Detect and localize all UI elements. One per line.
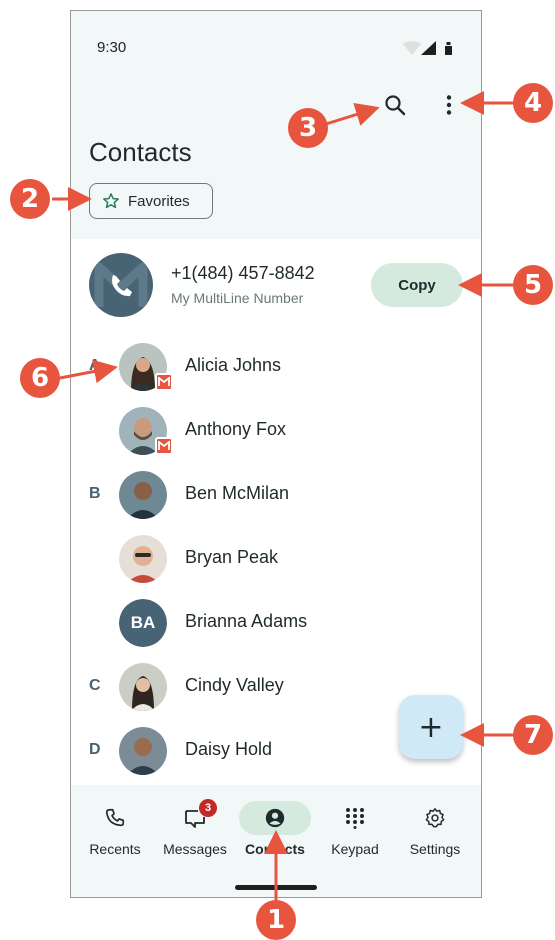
- contact-row-brianna-adams[interactable]: BA Brianna Adams: [71, 591, 481, 655]
- contact-name: Cindy Valley: [185, 675, 284, 695]
- contact-row-ben-mcmilan[interactable]: B Ben McMilan: [71, 463, 481, 527]
- avatar-initials: BA: [119, 599, 167, 647]
- my-number-row: +1(484) 457-8842 My MultiLine Number Cop…: [71, 239, 481, 335]
- status-signal-icon: [403, 41, 452, 55]
- my-number-label: My MultiLine Number: [171, 290, 304, 306]
- app-header: 9:30 Contacts Favorites: [71, 11, 481, 239]
- avatar: [119, 663, 167, 711]
- phone-icon: [105, 808, 125, 827]
- page-title: Contacts: [89, 137, 192, 167]
- nav-item-contacts[interactable]: Contacts: [235, 797, 315, 867]
- contact-name: Alicia Johns: [185, 355, 282, 375]
- callout-5: 5: [513, 265, 553, 305]
- search-button[interactable]: [377, 87, 413, 123]
- section-letter: D: [89, 741, 101, 758]
- callout-3: 3: [288, 108, 328, 148]
- contact-name: Ben McMilan: [185, 483, 290, 503]
- nav-item-messages[interactable]: 3 Messages: [155, 797, 235, 867]
- avatar: BA: [119, 599, 167, 647]
- contact-name: Daisy Hold: [185, 739, 273, 759]
- person-photo-icon: [119, 535, 167, 583]
- favorites-label: Favorites: [128, 192, 190, 210]
- contact-row-alicia-johns[interactable]: A Alicia Johns: [71, 335, 481, 399]
- contact-name: Anthony Fox: [185, 419, 287, 439]
- person-photo-icon: [119, 727, 167, 775]
- my-phone-number: +1(484) 457-8842: [171, 263, 315, 283]
- section-letter: B: [89, 485, 101, 502]
- avatar: [119, 471, 167, 519]
- callout-6: 6: [20, 358, 60, 398]
- person-icon: [265, 808, 285, 828]
- section-letter: A: [89, 357, 101, 374]
- home-indicator: [235, 885, 317, 890]
- dialpad-icon: [346, 808, 364, 829]
- contact-name: Brianna Adams: [185, 611, 308, 631]
- nav-label: Recents: [89, 841, 141, 857]
- nav-pill: [159, 801, 231, 835]
- multiline-logo-icon: [94, 262, 148, 307]
- nav-pill: [79, 801, 151, 835]
- person-photo-icon: [119, 663, 167, 711]
- more-options-button[interactable]: [431, 87, 467, 123]
- nav-pill-active: [239, 801, 311, 835]
- nav-item-settings[interactable]: Settings: [395, 797, 475, 867]
- canvas: 9:30 Contacts Favorites +1(484) 457-8842…: [0, 0, 555, 940]
- nav-label: Settings: [409, 841, 461, 857]
- callout-2: 2: [10, 179, 50, 219]
- nav-label: Keypad: [331, 841, 379, 857]
- callout-7: 7: [513, 715, 553, 755]
- nav-pill: [319, 801, 391, 835]
- plus-icon: +: [418, 709, 444, 745]
- unread-badge: 3: [199, 799, 217, 817]
- nav-item-recents[interactable]: Recents: [75, 797, 155, 867]
- multiline-logo-avatar: [89, 253, 153, 317]
- person-photo-icon: [119, 471, 167, 519]
- status-time: 9:30: [97, 39, 127, 56]
- section-letter: C: [89, 677, 101, 694]
- callout-1: 1: [256, 900, 296, 940]
- avatar: [119, 535, 167, 583]
- nav-label: Messages: [163, 841, 227, 857]
- nav-label: Contacts: [245, 841, 305, 857]
- bottom-navigation: Recents 3 Messages Contacts Keypad Setti…: [71, 785, 481, 897]
- nav-pill: [399, 801, 471, 835]
- more-vert-icon: [446, 95, 452, 115]
- favorites-chip[interactable]: Favorites: [89, 183, 213, 219]
- star-icon: [103, 193, 119, 209]
- search-icon: [385, 95, 406, 116]
- contact-name: Bryan Peak: [185, 547, 279, 567]
- nav-item-keypad[interactable]: Keypad: [315, 797, 395, 867]
- multiline-badge-icon: [155, 373, 173, 391]
- status-icons: [401, 40, 455, 56]
- copy-button[interactable]: Copy: [371, 263, 463, 307]
- contact-row-anthony-fox[interactable]: Anthony Fox: [71, 399, 481, 463]
- add-contact-fab[interactable]: +: [399, 695, 463, 759]
- gear-icon: [425, 808, 445, 828]
- contact-row-bryan-peak[interactable]: Bryan Peak: [71, 527, 481, 591]
- phone-screen: 9:30 Contacts Favorites +1(484) 457-8842…: [70, 10, 482, 898]
- callout-4: 4: [513, 83, 553, 123]
- avatar: [119, 727, 167, 775]
- multiline-badge-icon: [155, 437, 173, 455]
